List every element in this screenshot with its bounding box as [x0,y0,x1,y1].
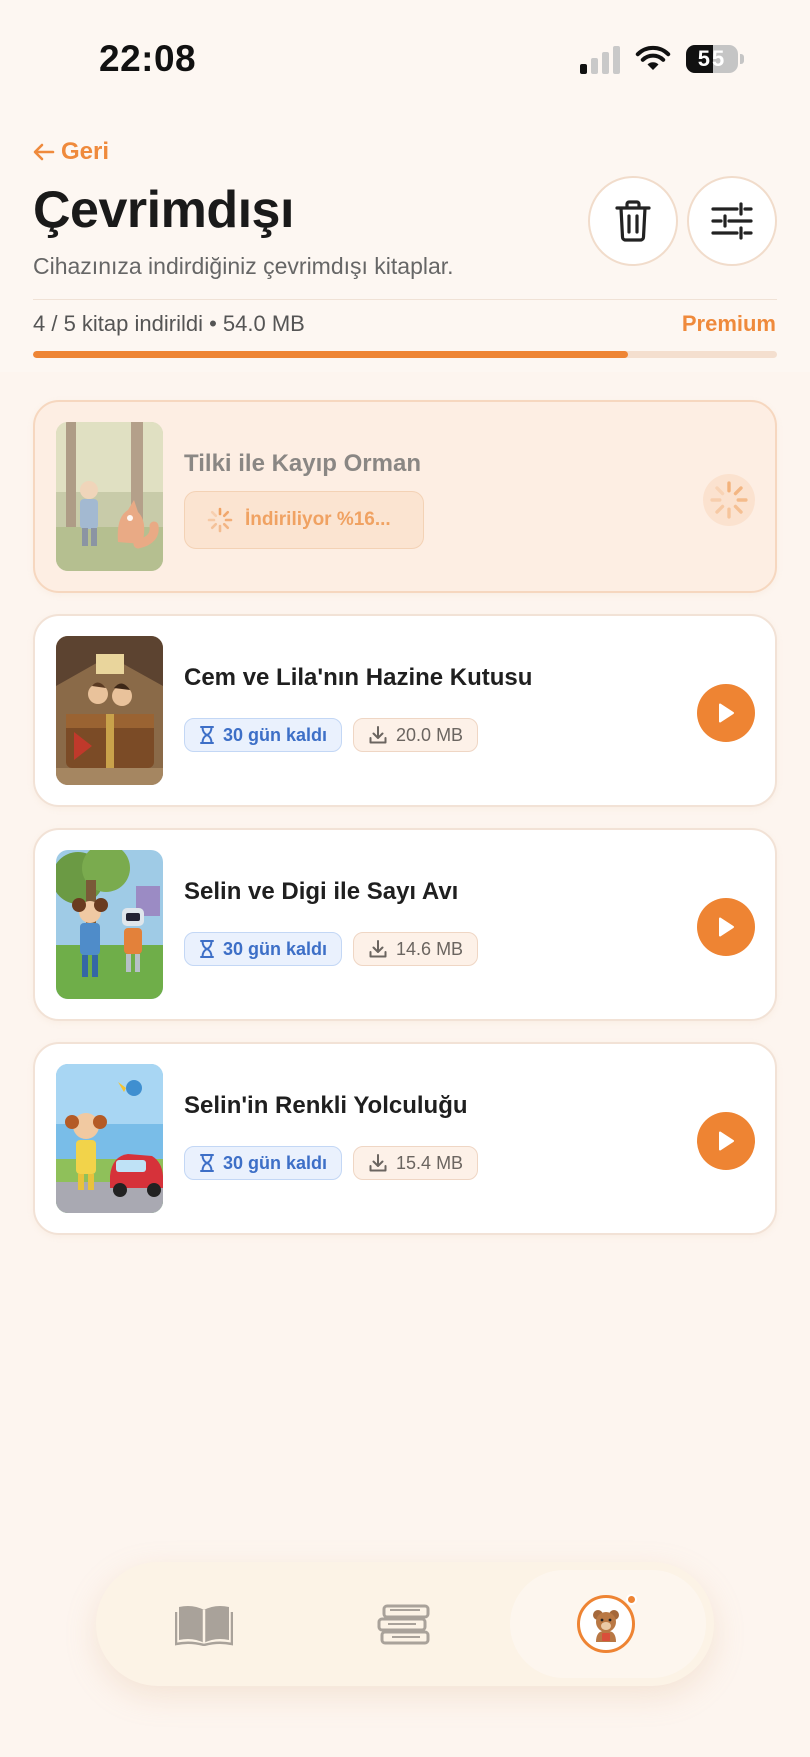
filter-settings-button[interactable] [687,176,777,266]
book-card[interactable]: Tilki ile Kayıp Orman İndiriliyor %16... [33,400,777,593]
tab-reading[interactable] [114,1562,294,1686]
battery-level: 55 [697,46,727,71]
book-card[interactable]: Selin'in Renkli Yolculuğu 30 gün kaldı 1… [33,1042,777,1235]
header-divider [33,299,777,300]
bottom-tab-bar [96,1562,714,1686]
book-card[interactable]: Selin ve Digi ile Sayı Avı 30 gün kaldı … [33,828,777,1021]
download-icon [369,1154,387,1172]
book-stack-icon [377,1604,430,1645]
back-label: Geri [61,138,110,165]
bear-avatar-icon [593,1610,619,1642]
book-title: Cem ve Lila'nın Hazine Kutusu [184,664,533,691]
delete-all-button[interactable] [588,176,678,266]
download-icon [369,940,387,958]
hourglass-icon [200,1154,214,1172]
tab-profile[interactable] [516,1562,696,1686]
storage-progress-fill [33,351,629,358]
download-progress-label: İndiriliyor %16... [245,509,391,530]
book-cover-image [56,1064,163,1213]
wifi-icon [635,45,671,70]
file-size-label: 15.4 MB [396,1152,464,1173]
status-bar: 22:08 55 [0,0,810,120]
download-status-chip: İndiriliyor %16... [184,491,424,549]
book-title: Tilki ile Kayıp Orman [184,450,421,477]
open-book-icon [175,1606,233,1646]
play-icon [719,1131,734,1151]
storage-summary: 4 / 5 kitap indirildi • 54.0 MB [33,311,305,336]
book-cover-image [56,850,163,999]
time-left-label: 30 gün kaldı [223,938,328,959]
arrow-left-icon [33,143,55,161]
loading-spinner-icon [710,481,748,519]
sliders-icon [711,202,753,240]
hourglass-icon [200,726,214,744]
page-title: Çevrimdışı [33,181,294,239]
avatar [577,1594,637,1653]
play-icon [719,917,734,937]
book-card[interactable]: Cem ve Lila'nın Hazine Kutusu 30 gün kal… [33,614,777,807]
battery-icon: 55 [686,45,738,73]
hourglass-icon [200,940,214,958]
play-button[interactable] [697,684,755,742]
time-left-label: 30 gün kaldı [223,724,328,745]
time-left-chip: 30 gün kaldı [184,718,343,752]
offline-book-list: Tilki ile Kayıp Orman İndiriliyor %16... [33,400,777,1256]
file-size-chip: 15.4 MB [353,1146,479,1180]
premium-badge[interactable]: Premium [682,311,776,337]
play-button[interactable] [697,1112,755,1170]
book-cover-image [56,422,163,571]
back-button[interactable]: Geri [33,138,109,166]
file-size-label: 14.6 MB [396,938,464,959]
file-size-chip: 14.6 MB [353,932,479,966]
loading-spinner-icon [207,507,233,533]
status-time: 22:08 [99,38,197,79]
play-button[interactable] [697,898,755,956]
time-left-chip: 30 gün kaldı [184,1146,343,1180]
file-size-label: 20.0 MB [396,724,464,745]
page-subtitle: Cihazınıza indirdiğiniz çevrimdışı kitap… [33,253,454,279]
download-icon [369,726,387,744]
tab-library[interactable] [314,1562,494,1686]
download-spinner [703,474,755,526]
book-title: Selin'in Renkli Yolculuğu [184,1092,468,1119]
time-left-chip: 30 gün kaldı [184,932,343,966]
storage-progress-bar [33,351,777,358]
cellular-signal-icon [580,46,622,74]
book-cover-image [56,636,163,785]
book-title: Selin ve Digi ile Sayı Avı [184,878,459,905]
play-icon [719,703,734,723]
trash-icon [615,200,651,242]
notification-dot [626,1594,637,1605]
file-size-chip: 20.0 MB [353,718,479,752]
time-left-label: 30 gün kaldı [223,1152,328,1173]
